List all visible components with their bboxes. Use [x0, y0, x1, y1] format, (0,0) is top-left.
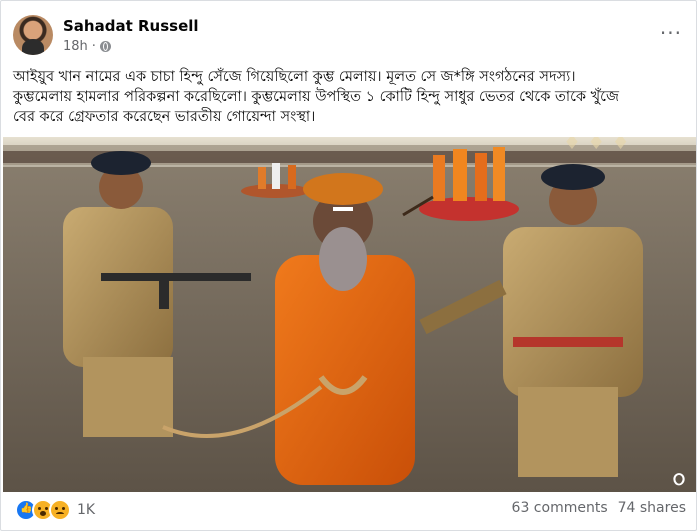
photo-corner-label: ଠ — [673, 469, 685, 490]
svg-text:♦ ♦ ♦: ♦ ♦ ♦ — [563, 137, 630, 154]
post-time[interactable]: 18h — [63, 39, 88, 54]
reaction-summary[interactable]: 1K — [15, 499, 95, 521]
post-text-line: কুম্ভমেলায় হামলার পরিকল্পনা করেছিলো। কু… — [13, 89, 619, 105]
post-meta: 18h · — [63, 39, 111, 54]
post-text: আইয়ুব খান নামের এক চাচা হিন্দু সেঁজে গি… — [13, 67, 685, 127]
post-footer: 1K 63 comments 74 shares — [13, 496, 686, 526]
post-text-line: আইয়ুব খান নামের এক চাচা হিন্দু সেঁজে গি… — [13, 69, 576, 85]
post-photo[interactable]: ♦ ♦ ♦ ଠ — [3, 137, 696, 492]
post-text-line: বের করে গ্রেফতার করেছেন ভারতীয় গোয়েন্দ… — [13, 109, 316, 125]
engagement-stats: 63 comments 74 shares — [512, 500, 686, 516]
post-card: Sahadat Russell 18h · ··· আইয়ুব খান নাম… — [0, 0, 697, 531]
author-avatar[interactable] — [13, 15, 53, 55]
author-name[interactable]: Sahadat Russell — [63, 17, 199, 35]
post-header: Sahadat Russell 18h · ··· — [13, 15, 686, 59]
globe-icon — [99, 41, 111, 52]
comments-count[interactable]: 63 comments — [512, 500, 608, 516]
more-options-icon[interactable]: ··· — [660, 23, 682, 43]
shares-count[interactable]: 74 shares — [618, 500, 686, 516]
reaction-count[interactable]: 1K — [77, 502, 95, 518]
sad-reaction-icon — [49, 499, 71, 521]
